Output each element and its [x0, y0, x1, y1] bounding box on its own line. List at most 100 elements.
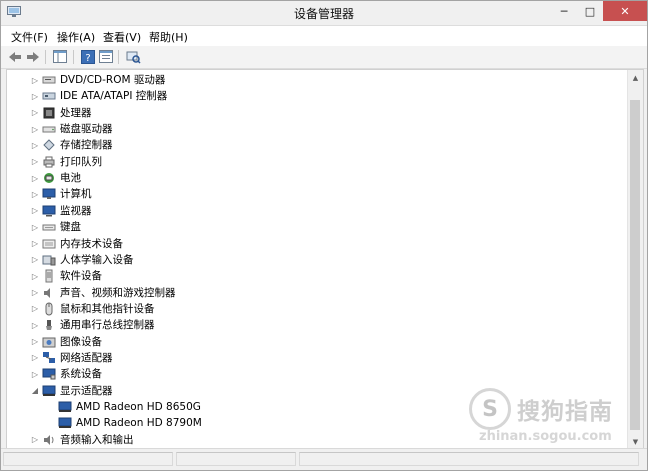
menu-view[interactable]: 查看(V)	[103, 29, 141, 45]
expand-arrow-icon[interactable]: ▷	[31, 288, 39, 298]
device-label: 处理器	[60, 106, 92, 119]
ide-controller-icon	[42, 92, 56, 100]
device-category-row[interactable]: ▷ 键盘	[7, 219, 627, 235]
device-label: 音频输入和输出	[60, 433, 134, 446]
scroll-down-arrow-icon[interactable]: ▼	[628, 434, 643, 449]
device-category-row[interactable]: ▷ 电池	[7, 170, 627, 186]
expand-arrow-icon[interactable]: ▷	[31, 108, 39, 118]
device-category-row[interactable]: ▷ 系统设备	[7, 366, 627, 382]
printer-icon	[43, 156, 55, 168]
title-bar[interactable]: 设备管理器 ─ □ ✕	[1, 1, 647, 26]
device-category-row[interactable]: ▷ 鼠标和其他指针设备	[7, 301, 627, 317]
expand-arrow-icon[interactable]: ▷	[31, 271, 39, 281]
speaker-icon	[44, 287, 50, 298]
device-category-row[interactable]: ▷ 音频输入和输出	[7, 432, 627, 448]
device-category-row[interactable]: ▷ 网络适配器	[7, 350, 627, 366]
monitor-icon	[42, 205, 56, 217]
display-adapter-icon	[42, 385, 56, 396]
imaging-device-icon	[42, 337, 56, 348]
properties-icon[interactable]	[97, 48, 115, 65]
back-arrow-icon[interactable]	[6, 48, 24, 65]
device-row[interactable]: AMD Radeon HD 8650G	[7, 399, 627, 415]
menu-help[interactable]: 帮助(H)	[149, 29, 188, 45]
expand-arrow-icon[interactable]: ▷	[31, 239, 39, 249]
expand-arrow-icon[interactable]: ▷	[31, 189, 39, 199]
device-category-row[interactable]: ▷ IDE ATA/ATAPI 控制器	[7, 88, 627, 104]
expand-arrow-icon[interactable]: ▷	[31, 173, 39, 183]
battery-icon	[44, 173, 54, 184]
device-category-row[interactable]: ▷ 处理器	[7, 105, 627, 121]
status-pane	[176, 452, 296, 466]
menu-bar: 文件(F) 操作(A) 查看(V) 帮助(H)	[1, 26, 647, 47]
device-category-row[interactable]: ◢ 显示适配器	[7, 383, 627, 399]
device-label: 键盘	[60, 221, 81, 234]
device-category-row[interactable]: ▷ 图像设备	[7, 334, 627, 350]
expand-arrow-icon[interactable]: ▷	[31, 369, 39, 379]
device-manager-window: 设备管理器 ─ □ ✕ 文件(F) 操作(A) 查看(V) 帮助(H) ? ▷ …	[0, 0, 648, 471]
collapse-arrow-icon[interactable]: ◢	[31, 386, 39, 396]
device-category-row[interactable]: ▷ 软件设备	[7, 268, 627, 284]
software-device-icon	[45, 269, 53, 283]
menu-action[interactable]: 操作(A)	[57, 29, 95, 45]
status-pane	[3, 452, 173, 466]
processor-icon	[43, 107, 55, 119]
device-label: 计算机	[60, 188, 92, 201]
expand-arrow-icon[interactable]: ▷	[31, 337, 39, 347]
device-category-row[interactable]: ▷ 磁盘驱动器	[7, 121, 627, 137]
device-label: 声音、视频和游戏控制器	[60, 286, 176, 299]
show-hide-tree-icon[interactable]	[51, 48, 69, 65]
device-label: 存储控制器	[60, 139, 113, 152]
scan-hardware-icon[interactable]	[124, 48, 142, 65]
expand-arrow-icon[interactable]: ▷	[31, 304, 39, 314]
expand-arrow-icon[interactable]: ▷	[31, 435, 39, 445]
device-label: IDE ATA/ATAPI 控制器	[60, 90, 168, 103]
network-adapter-icon	[43, 351, 55, 363]
device-category-row[interactable]: ▷ DVD/CD-ROM 驱动器	[7, 72, 627, 88]
scroll-up-arrow-icon[interactable]: ▲	[628, 70, 643, 85]
system-device-icon	[42, 368, 56, 380]
audio-io-icon	[44, 434, 54, 445]
dvd-drive-icon	[42, 76, 56, 84]
expand-arrow-icon[interactable]: ▷	[31, 353, 39, 363]
device-label: 电池	[60, 172, 81, 185]
forward-arrow-icon[interactable]	[24, 48, 42, 65]
expand-arrow-icon[interactable]: ▷	[31, 91, 39, 101]
device-category-row[interactable]: ▷ 人体学输入设备	[7, 252, 627, 268]
display-adapter-icon	[58, 401, 72, 412]
expand-arrow-icon[interactable]: ▷	[31, 222, 39, 232]
keyboard-icon	[42, 224, 56, 231]
expand-arrow-icon[interactable]: ▷	[31, 157, 39, 167]
scroll-thumb[interactable]	[630, 100, 640, 430]
hid-icon	[42, 255, 56, 266]
status-bar	[1, 448, 647, 470]
expand-arrow-icon[interactable]: ▷	[31, 255, 39, 265]
menu-file[interactable]: 文件(F)	[11, 29, 48, 45]
close-button[interactable]: ✕	[603, 1, 647, 21]
expand-arrow-icon[interactable]: ▷	[31, 75, 39, 85]
vertical-scrollbar[interactable]: ▲ ▼	[627, 70, 643, 449]
expand-arrow-icon[interactable]: ▷	[31, 124, 39, 134]
maximize-button[interactable]: □	[577, 1, 603, 21]
device-category-row[interactable]: ▷ 存储控制器	[7, 137, 627, 153]
storage-controller-icon	[43, 139, 55, 152]
device-label: 图像设备	[60, 335, 102, 348]
usb-icon	[46, 320, 52, 331]
minimize-button[interactable]: ─	[551, 1, 577, 21]
device-category-row[interactable]: ▷ 内存技术设备	[7, 236, 627, 252]
device-label: 系统设备	[60, 368, 102, 381]
device-category-row[interactable]: ▷ 通用串行总线控制器	[7, 317, 627, 333]
mouse-icon	[45, 302, 53, 316]
device-row[interactable]: AMD Radeon HD 8790M	[7, 415, 627, 431]
help-icon[interactable]: ?	[79, 48, 97, 65]
device-manager-app-icon	[7, 6, 21, 17]
expand-arrow-icon[interactable]: ▷	[31, 140, 39, 150]
device-category-row[interactable]: ▷ 计算机	[7, 186, 627, 202]
device-label: AMD Radeon HD 8790M	[76, 417, 202, 430]
device-label: 网络适配器	[60, 351, 113, 364]
device-category-row[interactable]: ▷ 监视器	[7, 203, 627, 219]
expand-arrow-icon[interactable]: ▷	[31, 320, 39, 330]
toolbar-separator	[73, 50, 74, 64]
expand-arrow-icon[interactable]: ▷	[31, 206, 39, 216]
device-category-row[interactable]: ▷ 打印队列	[7, 154, 627, 170]
device-category-row[interactable]: ▷ 声音、视频和游戏控制器	[7, 285, 627, 301]
